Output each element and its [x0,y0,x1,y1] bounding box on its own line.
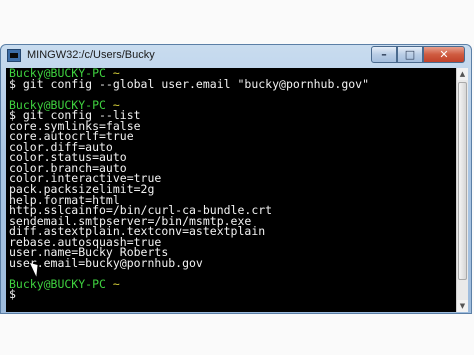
window-title: MINGW32:/c/Users/Bucky [27,49,155,61]
scrollbar-thumb[interactable] [458,82,467,280]
terminal-line: Bucky@BUCKY-PC ~ [9,276,456,291]
window-controls: – □ ✕ [371,46,465,64]
vertical-scrollbar[interactable]: ▲ ▼ [456,68,468,312]
terminal-window: MINGW32:/c/Users/Bucky – □ ✕ Bucky@BUCKY… [0,44,472,314]
prompt-user-host: Bucky@BUCKY-PC [9,276,106,291]
title-bar[interactable]: MINGW32:/c/Users/Bucky – □ ✕ [1,45,471,67]
terminal-app-icon[interactable] [7,49,21,62]
scroll-down-arrow-icon[interactable]: ▼ [457,300,468,312]
maximize-button[interactable]: □ [397,46,423,63]
terminal-line-text: $ git config --global user.email "bucky@… [9,76,370,91]
screen: MINGW32:/c/Users/Bucky – □ ✕ Bucky@BUCKY… [0,0,474,355]
terminal-line: $ [9,287,456,302]
close-button[interactable]: ✕ [423,46,465,63]
terminal-output: Bucky@BUCKY-PC ~ $ git config --global us… [6,68,456,300]
terminal-console[interactable]: Bucky@BUCKY-PC ~ $ git config --global us… [6,68,456,312]
prompt-path: ~ [112,276,120,291]
scroll-up-arrow-icon[interactable]: ▲ [457,68,468,80]
terminal-line-text: $ [9,287,16,302]
terminal-line: user.email=bucky@pornhub.gov [9,257,456,269]
terminal-line: $ git config --global user.email "bucky@… [9,76,456,91]
minimize-button[interactable]: – [371,46,397,63]
